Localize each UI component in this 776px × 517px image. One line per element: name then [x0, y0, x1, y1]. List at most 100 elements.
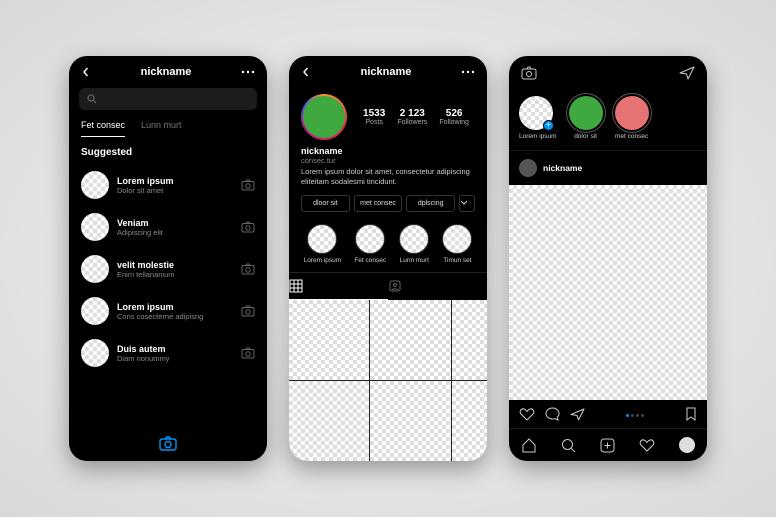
user-sub: Cons cosecterne adipisng	[117, 312, 233, 321]
stat-following[interactable]: 526Following	[439, 108, 469, 126]
list-item[interactable]: Lorem ipsumCons cosecterne adipisng	[69, 290, 267, 332]
camera-icon[interactable]	[241, 305, 255, 317]
screen-profile: nickname 1533Posts 2 123Followers 526Fol…	[289, 56, 487, 461]
more-icon[interactable]	[241, 70, 255, 74]
user-sub: Diam nonummy	[117, 354, 233, 363]
highlight-cover	[307, 224, 337, 254]
post-image[interactable]	[509, 185, 707, 400]
page-title: nickname	[361, 66, 412, 78]
grid-cell[interactable]	[452, 300, 488, 380]
screen-feed: + Lorem ipsum dolor sit met consec nickn…	[509, 56, 707, 461]
highlight[interactable]: Lorem ipsum	[304, 224, 342, 264]
stat-followers[interactable]: 2 123Followers	[397, 108, 427, 126]
tab-tagged[interactable]	[388, 273, 487, 300]
heart-icon[interactable]	[519, 407, 535, 421]
nav-bar	[509, 428, 707, 461]
story-own[interactable]: + Lorem ipsum	[519, 96, 557, 140]
back-icon[interactable]	[81, 67, 91, 77]
list-item[interactable]: Duis autemDiam nonummy	[69, 332, 267, 374]
plus-icon: +	[543, 120, 554, 131]
highlight[interactable]: Timun set	[442, 224, 472, 264]
grid-cell[interactable]	[289, 300, 369, 380]
search-icon[interactable]	[561, 438, 576, 453]
comment-icon[interactable]	[545, 407, 560, 421]
back-icon[interactable]	[301, 67, 311, 77]
profile-row: 1533Posts 2 123Followers 526Following	[289, 88, 487, 146]
page-title: nickname	[141, 66, 192, 78]
user-sub: Enim tellarianium	[117, 270, 233, 279]
home-icon[interactable]	[521, 438, 537, 453]
heart-icon[interactable]	[639, 438, 655, 452]
profile-icon[interactable]	[679, 437, 695, 453]
highlight[interactable]: Lunn murt	[399, 224, 429, 264]
highlights: Lorem ipsum Fet consec Lunn murt Timun s…	[289, 220, 487, 272]
story-avatar	[615, 96, 649, 130]
topbar	[509, 56, 707, 90]
suggested-list: Lorem ipsumDolor sit amet VeniamAdipisci…	[69, 164, 267, 428]
camera-icon[interactable]	[521, 66, 537, 80]
action-row	[509, 400, 707, 428]
user-name: Veniam	[117, 218, 233, 228]
grid-cell[interactable]	[370, 300, 450, 380]
grid-cell[interactable]	[370, 381, 450, 461]
story-avatar	[569, 96, 603, 130]
stats: 1533Posts 2 123Followers 526Following	[357, 108, 475, 126]
avatar	[81, 255, 109, 283]
search-input[interactable]	[79, 88, 257, 110]
stat-posts[interactable]: 1533Posts	[363, 108, 385, 126]
highlight-cover	[442, 224, 472, 254]
header: nickname	[69, 56, 267, 88]
tab-fet-consec[interactable]: Fet consec	[81, 120, 125, 137]
posts-grid	[289, 300, 487, 462]
story-avatar: +	[519, 96, 553, 130]
suggested-header: Suggested	[69, 137, 267, 164]
grid-tabs	[289, 272, 487, 300]
camera-icon[interactable]	[241, 347, 255, 359]
bio-text: Lorem ipsum dolor sit amet, consectetur …	[301, 167, 475, 187]
send-icon[interactable]	[570, 408, 585, 421]
add-icon[interactable]	[600, 438, 615, 453]
post-header: nickname	[509, 151, 707, 185]
username: nickname	[301, 146, 475, 156]
list-item[interactable]: VeniamAdipiscing elit	[69, 206, 267, 248]
chevron-down-icon[interactable]	[459, 195, 475, 212]
list-item[interactable]: Lorem ipsumDolor sit amet	[69, 164, 267, 206]
bookmark-icon[interactable]	[685, 407, 697, 421]
camera-icon[interactable]	[241, 221, 255, 233]
list-item[interactable]: velit molestieEnim tellarianium	[69, 248, 267, 290]
carousel-dots	[595, 409, 675, 419]
user-sub: Dolor sit amet	[117, 186, 233, 195]
avatar[interactable]	[519, 159, 537, 177]
screen-search: nickname Fet consec Lunn murt Suggested …	[69, 56, 267, 461]
avatar	[81, 213, 109, 241]
highlight-cover	[355, 224, 385, 254]
tab-lunn-murt[interactable]: Lunn murt	[141, 120, 182, 137]
button-row: dloor sit met consec dplscing	[289, 187, 487, 220]
profile-button[interactable]: dloor sit	[301, 195, 350, 212]
tab-grid[interactable]	[289, 273, 388, 300]
user-sub: Adipiscing elit	[117, 228, 233, 237]
avatar	[81, 171, 109, 199]
bio: nickname consec.tur Lorem ipsum dolor si…	[289, 146, 487, 187]
grid-cell[interactable]	[289, 381, 369, 461]
camera-icon[interactable]	[159, 436, 177, 451]
post-username[interactable]: nickname	[543, 163, 582, 173]
highlight[interactable]: Fet consec	[354, 224, 386, 264]
more-icon[interactable]	[461, 70, 475, 74]
profile-button[interactable]: met consec	[354, 195, 403, 212]
camera-icon[interactable]	[241, 263, 255, 275]
avatar-ring[interactable]	[301, 94, 347, 140]
user-name: Lorem ipsum	[117, 302, 233, 312]
story[interactable]: met consec	[615, 96, 649, 140]
avatar	[81, 339, 109, 367]
story[interactable]: dolor sit	[569, 96, 603, 140]
camera-icon[interactable]	[241, 179, 255, 191]
stories-row: + Lorem ipsum dolor sit met consec	[509, 90, 707, 151]
user-name: Lorem ipsum	[117, 176, 233, 186]
grid-cell[interactable]	[452, 381, 488, 461]
category: consec.tur	[301, 156, 475, 165]
header: nickname	[289, 56, 487, 88]
profile-button[interactable]: dplscing	[406, 195, 455, 212]
send-icon[interactable]	[679, 66, 695, 80]
highlight-cover	[399, 224, 429, 254]
